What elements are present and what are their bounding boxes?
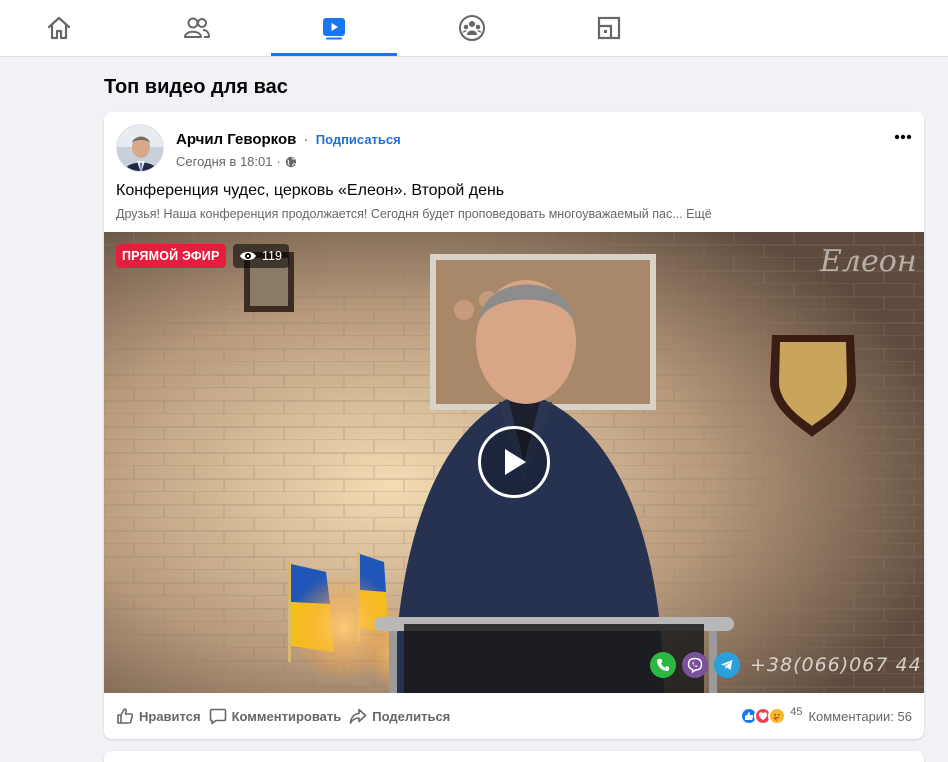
avatar[interactable] [116,124,164,172]
like-icon [117,708,134,724]
post-time[interactable]: Сегодня в 18:01 [176,154,272,169]
viewers-badge: 119 [233,244,289,268]
telegram-icon [714,652,740,678]
author-line: Арчил Геворков · Подписаться [176,131,401,148]
follow-button[interactable]: Подписаться [316,132,401,147]
tab-gaming[interactable] [546,0,672,56]
reactions-summary: 45 Комментарии: 56 [740,703,912,729]
video-post-card: Арчил Геворков · Подписаться Сегодня в 1… [104,112,924,739]
comment-button[interactable]: Комментировать [209,707,342,725]
friends-icon [184,17,210,38]
see-more-link[interactable]: Ещё [686,207,712,221]
watch-icon [323,18,345,40]
share-button[interactable]: Поделиться [349,707,450,725]
post-meta: Сегодня в 18:01 · [176,154,297,169]
tab-home[interactable] [0,0,122,56]
like-label: Нравится [139,708,201,724]
comment-icon [209,708,226,725]
care-reaction-icon [768,707,787,725]
section-title: Топ видео для вас [104,76,288,98]
live-badge: ПРЯМОЙ ЭФИР [116,244,226,268]
phone-icon [650,652,676,678]
home-icon [47,16,71,40]
video-player[interactable]: Елеон ПРЯМОЙ ЭФИР 119 +38(066)067 44 [104,232,924,693]
reactions-count[interactable]: 45 [790,706,802,718]
tab-groups[interactable] [409,0,535,56]
share-label: Поделиться [372,708,451,724]
top-navigation [0,0,948,57]
viewers-count: 119 [262,249,282,263]
more-icon [894,134,912,140]
post-actions: Нравится Комментировать Поделиться [116,703,458,729]
comment-label: Комментировать [231,708,342,724]
video-watermark: Елеон [820,244,917,279]
post-description-text: Друзья! Наша конференция продолжается! С… [116,207,683,221]
tab-friends[interactable] [134,0,260,56]
tab-watch[interactable] [271,0,397,56]
author-name[interactable]: Арчил Геворков [176,131,296,148]
play-icon [505,449,526,475]
comments-count[interactable]: Комментарии: 56 [808,709,912,724]
separator: · [303,131,309,148]
groups-icon [459,15,485,41]
globe-icon [285,156,297,167]
reaction-icons[interactable] [740,707,787,725]
viber-icon [682,652,708,678]
separator: · [276,154,281,169]
play-button[interactable] [478,426,550,498]
share-icon [349,708,367,724]
like-button[interactable]: Нравится [116,707,201,725]
post-title: Конференция чудес, церковь «Елеон». Втор… [116,182,505,199]
eye-icon [240,251,256,261]
gaming-icon [597,16,621,40]
post-description: Друзья! Наша конференция продолжается! С… [116,207,712,221]
phone-overlay: +38(066)067 44 03 [650,652,924,678]
next-post-card [104,751,924,762]
phone-number: +38(066)067 44 03 [750,654,924,676]
more-options-button[interactable] [892,126,914,148]
